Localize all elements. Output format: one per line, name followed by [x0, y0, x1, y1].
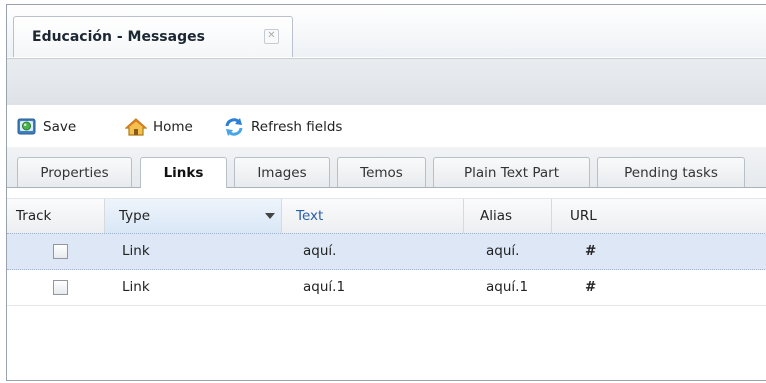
tab-properties[interactable]: Properties — [17, 157, 132, 187]
tab-links[interactable]: Links — [140, 157, 227, 188]
text-cell: aquí. — [303, 243, 337, 259]
url-cell: # — [585, 279, 597, 295]
close-icon[interactable]: ✕ — [264, 29, 279, 44]
track-checkbox[interactable] — [53, 280, 68, 295]
tab-bar: Properties Links Images Temos Plain Text… — [7, 147, 766, 188]
alias-cell: aquí.1 — [486, 279, 529, 295]
type-cell: Link — [122, 279, 150, 295]
refresh-icon — [223, 117, 251, 137]
column-header-type[interactable]: Type — [105, 199, 282, 233]
tab-temos[interactable]: Temos — [337, 157, 426, 187]
column-header-text[interactable]: Text — [282, 199, 464, 233]
home-button[interactable]: Home — [125, 116, 193, 138]
column-header-type-label: Type — [119, 208, 151, 224]
header-bar — [7, 58, 766, 106]
chevron-down-icon[interactable] — [265, 213, 275, 219]
column-header-alias[interactable]: Alias — [464, 199, 552, 233]
home-icon — [125, 117, 153, 137]
save-button[interactable]: Save — [17, 116, 76, 138]
alias-cell: aquí. — [486, 243, 520, 259]
tab-pending-tasks[interactable]: Pending tasks — [597, 157, 745, 187]
text-cell: aquí.1 — [303, 279, 346, 295]
message-editor-window: Educación - Messages ✕ Save Home Refresh… — [6, 4, 766, 381]
table-row[interactable]: Link aquí.1 aquí.1 # — [7, 270, 766, 306]
refresh-label: Refresh fields — [251, 119, 343, 135]
save-icon — [17, 117, 43, 137]
save-label: Save — [43, 119, 77, 135]
column-header-url[interactable]: URL — [552, 199, 766, 233]
links-grid: Track Type Text Alias URL Link aquí. aqu… — [7, 188, 766, 380]
toolbar: Save Home Refresh fields — [7, 105, 766, 147]
home-label: Home — [153, 119, 193, 135]
grid-header: Track Type Text Alias URL — [7, 198, 766, 234]
window-title-tab[interactable]: Educación - Messages ✕ — [13, 16, 293, 57]
window-title: Educación - Messages — [32, 29, 205, 45]
type-cell: Link — [122, 243, 150, 259]
tab-plain-text-part[interactable]: Plain Text Part — [433, 157, 590, 187]
title-tab-strip: Educación - Messages ✕ — [7, 5, 766, 57]
column-header-track[interactable]: Track — [7, 199, 105, 233]
track-checkbox[interactable] — [53, 244, 68, 259]
tab-images[interactable]: Images — [234, 157, 330, 187]
table-row[interactable]: Link aquí. aquí. # — [7, 233, 766, 270]
refresh-fields-button[interactable]: Refresh fields — [223, 116, 342, 138]
url-cell: # — [585, 243, 597, 259]
